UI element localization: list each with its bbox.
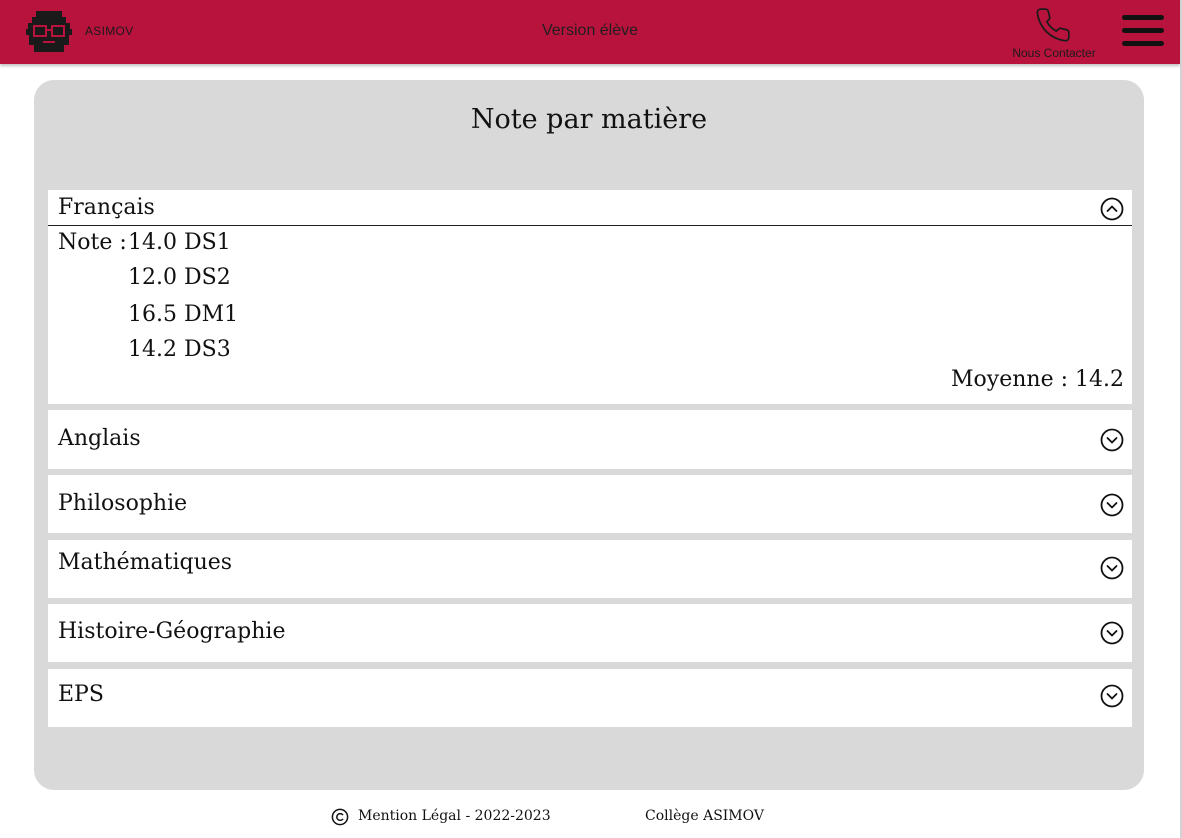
chevron-down-icon[interactable] (1100, 493, 1124, 517)
subject-name: Mathématiques (58, 550, 233, 575)
legal-mention-link[interactable]: Mention Légal - 2022-2023 (358, 808, 551, 824)
subject-header-mathematiques[interactable]: Mathématiques (48, 540, 1132, 598)
chevron-down-icon[interactable] (1100, 556, 1124, 580)
subject-name: Français (58, 195, 155, 220)
grade-item: 12.0 DS2 (128, 265, 231, 290)
hamburger-menu-icon[interactable] (1120, 13, 1166, 49)
grade-item: 14.2 DS3 (128, 337, 231, 362)
average-value: Moyenne : 14.2 (951, 367, 1124, 392)
chevron-down-icon[interactable] (1100, 684, 1124, 708)
contact-button[interactable]: Nous Contacter (1000, 4, 1108, 64)
copyright-icon (331, 808, 349, 826)
subject-header-anglais[interactable]: Anglais (48, 410, 1132, 469)
footer: Mention Légal - 2022-2023 Collège ASIMOV (0, 806, 1180, 830)
college-name: Collège ASIMOV (645, 808, 764, 824)
grade-item: 14.0 DS1 (128, 230, 231, 255)
subject-header-francais[interactable]: Français (48, 190, 1132, 225)
subject-name: EPS (58, 682, 104, 707)
subject-name: Histoire-Géographie (58, 619, 286, 644)
chevron-down-icon[interactable] (1100, 621, 1124, 645)
contact-label: Nous Contacter (1012, 46, 1096, 60)
grade-item: 16.5 DM1 (128, 302, 239, 327)
subject-body-francais: Note : 14.0 DS1 12.0 DS2 16.5 DM1 14.2 D… (48, 225, 1132, 404)
subject-name: Anglais (58, 426, 141, 451)
subject-name: Philosophie (58, 491, 188, 516)
chevron-up-icon[interactable] (1100, 197, 1124, 221)
grades-panel: Note par matière Français Note : 14.0 DS… (34, 80, 1144, 790)
top-navbar: ASIMOV Version élève Nous Contacter (0, 0, 1180, 64)
subject-header-eps[interactable]: EPS (48, 669, 1132, 727)
chevron-down-icon[interactable] (1100, 428, 1124, 452)
divider (48, 225, 1132, 226)
page-title: Note par matière (470, 104, 708, 135)
subject-header-philosophie[interactable]: Philosophie (48, 475, 1132, 533)
subject-header-histoire-geographie[interactable]: Histoire-Géographie (48, 604, 1132, 662)
grade-prefix: Note : (58, 230, 127, 255)
phone-icon (1036, 8, 1070, 42)
